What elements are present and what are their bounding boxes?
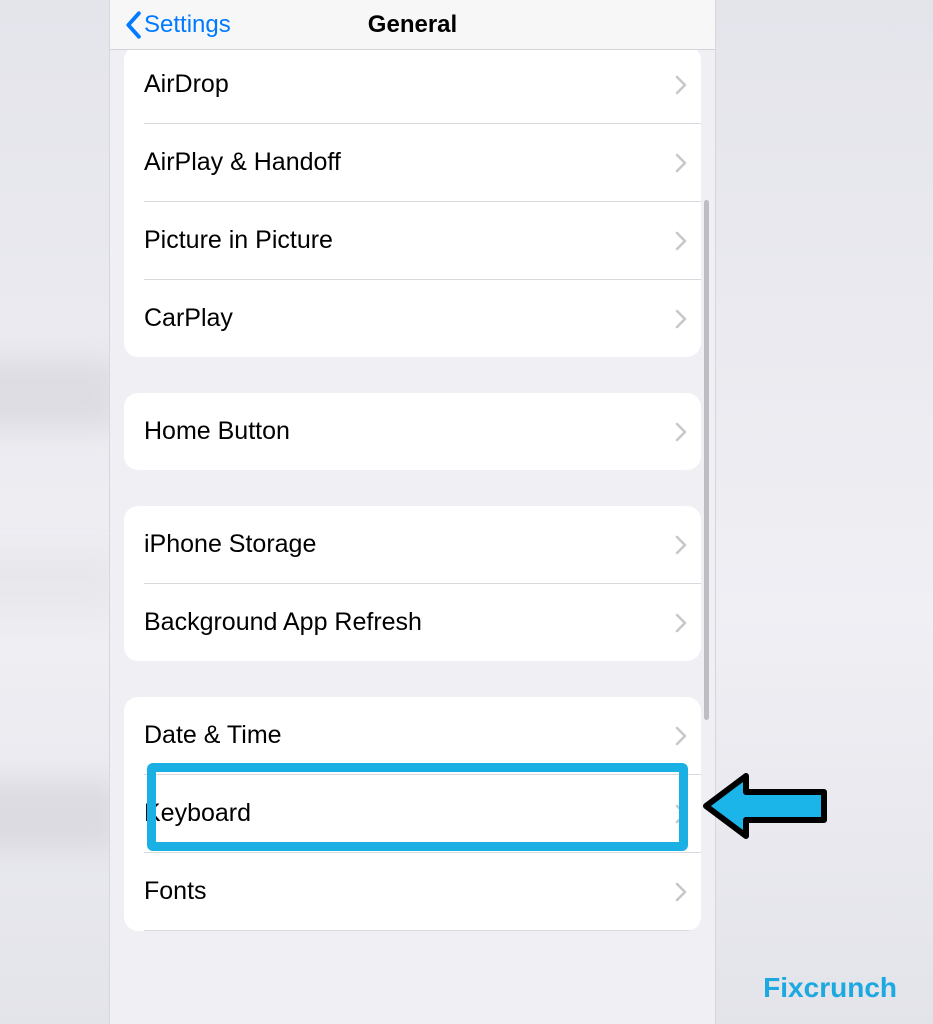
phone-viewport: Settings General AirDrop AirPlay & Hando… [110, 0, 715, 1024]
watermark-bold: Fix [763, 972, 803, 1003]
row-keyboard[interactable]: Keyboard [124, 775, 701, 852]
settings-list: AirDrop AirPlay & Handoff Picture in Pic… [110, 50, 715, 931]
row-carplay[interactable]: CarPlay [124, 280, 701, 357]
row-picture-in-picture[interactable]: Picture in Picture [124, 202, 701, 279]
watermark-rest: crunch [804, 972, 897, 1003]
chevron-left-icon [124, 11, 142, 39]
row-label: AirDrop [144, 70, 675, 99]
row-label: CarPlay [144, 304, 675, 333]
row-background-app-refresh[interactable]: Background App Refresh [124, 584, 701, 661]
watermark: Fixcrunch [763, 972, 897, 1004]
chevron-right-icon [675, 231, 687, 251]
background-blur [0, 360, 120, 430]
row-date-and-time[interactable]: Date & Time [124, 697, 701, 774]
scroll-indicator[interactable] [704, 200, 709, 720]
settings-group: iPhone Storage Background App Refresh [124, 506, 701, 661]
back-label: Settings [144, 11, 231, 39]
chevron-right-icon [675, 153, 687, 173]
row-label: Background App Refresh [144, 608, 675, 637]
background-blur [0, 550, 120, 620]
row-airplay-handoff[interactable]: AirPlay & Handoff [124, 124, 701, 201]
chevron-right-icon [675, 726, 687, 746]
chevron-right-icon [675, 882, 687, 902]
row-label: Date & Time [144, 721, 675, 750]
row-label: AirPlay & Handoff [144, 148, 675, 177]
chevron-right-icon [675, 804, 687, 824]
row-label: Home Button [144, 417, 675, 446]
chevron-right-icon [675, 422, 687, 442]
row-airdrop[interactable]: AirDrop [124, 46, 701, 123]
settings-group: Date & Time Keyboard Fonts [124, 697, 701, 931]
annotation-arrow-icon [700, 770, 830, 842]
row-label: Picture in Picture [144, 226, 675, 255]
chevron-right-icon [675, 75, 687, 95]
back-button[interactable]: Settings [124, 11, 231, 39]
row-label: Fonts [144, 877, 675, 906]
chevron-right-icon [675, 309, 687, 329]
settings-group: AirDrop AirPlay & Handoff Picture in Pic… [124, 46, 701, 357]
background-blur [0, 780, 120, 850]
row-iphone-storage[interactable]: iPhone Storage [124, 506, 701, 583]
row-home-button[interactable]: Home Button [124, 393, 701, 470]
settings-group: Home Button [124, 393, 701, 470]
chevron-right-icon [675, 613, 687, 633]
chevron-right-icon [675, 535, 687, 555]
separator [144, 930, 701, 931]
row-label: iPhone Storage [144, 530, 675, 559]
nav-bar: Settings General [110, 0, 715, 50]
row-label: Keyboard [144, 799, 675, 828]
row-fonts[interactable]: Fonts [124, 853, 701, 930]
